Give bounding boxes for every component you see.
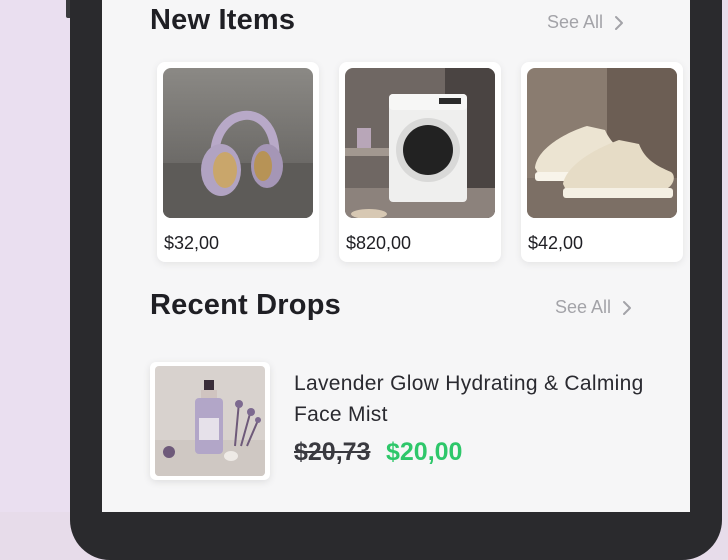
recent-drops-see-all-button[interactable]: See All [555,297,635,318]
drop-thumbnail[interactable] [150,362,270,480]
background [0,0,80,512]
product-card-headphones[interactable]: $32,00 [157,62,319,262]
headphones-image [163,68,313,218]
sneakers-image [527,68,677,218]
original-price: $20,73 [294,438,371,466]
see-all-label: See All [555,297,612,317]
product-card-sneakers[interactable]: $42,00 [521,62,683,262]
recent-drops-title: Recent Drops [150,289,341,321]
product-name: Lavender Glow Hydrating & Calming Face M… [294,372,644,426]
washing-machine-image [345,68,495,218]
product-card-washing-machine[interactable]: $820,00 [339,62,501,262]
chevron-right-icon [623,300,632,315]
sale-price: $20,00 [386,438,463,466]
product-price: $32,00 [164,233,220,253]
product-price: $42,00 [528,233,584,253]
new-items-see-all-button[interactable]: See All [547,12,627,33]
product-price: $820,00 [346,233,412,253]
new-items-carousel[interactable]: $32,00 $820,00 $42,00 [157,62,690,264]
chevron-right-icon [615,15,624,30]
app-screen: New Items See All $32,00 $820,00 $42,00 … [102,0,690,512]
face-mist-bottle-image [155,366,265,476]
new-items-title: New Items [150,4,296,36]
see-all-label: See All [547,12,604,32]
recent-drop-item[interactable]: Lavender Glow Hydrating & Calming Face M… [150,362,670,482]
